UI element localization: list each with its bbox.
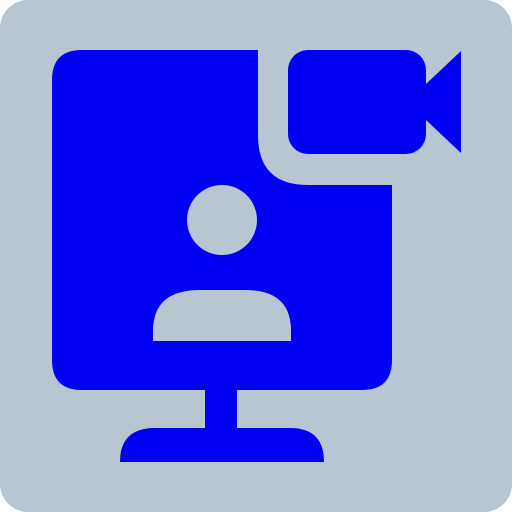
user-avatar-head [187,185,257,255]
video-camera-body [288,50,426,154]
user-avatar-body [153,290,291,341]
video-call-monitor-icon [0,0,512,512]
monitor-stand-neck [205,390,237,430]
video-call-app-icon[interactable] [0,0,512,512]
monitor-stand-base [120,428,324,462]
